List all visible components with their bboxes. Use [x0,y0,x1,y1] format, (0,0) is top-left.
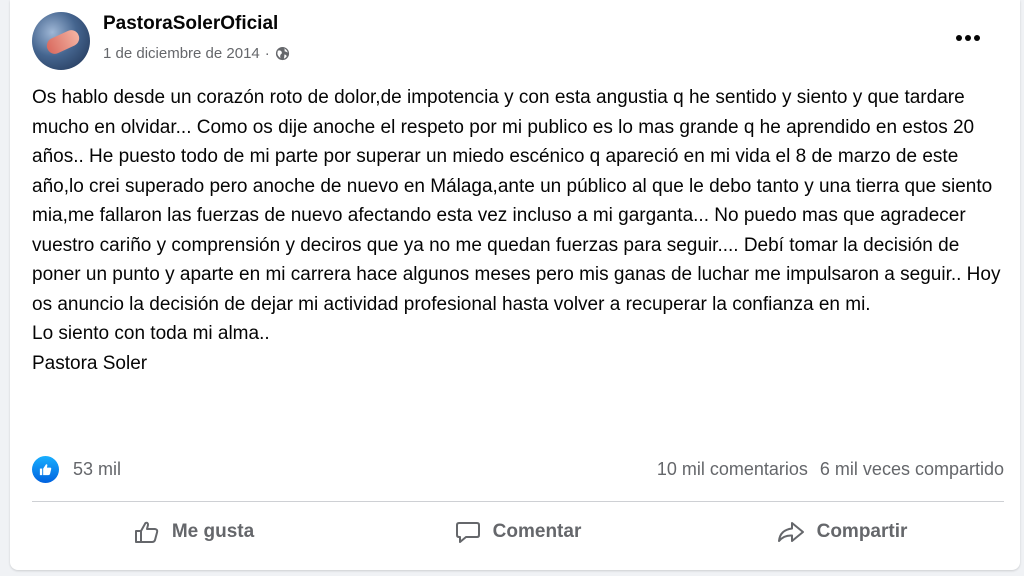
more-dots-icon [956,35,980,41]
share-label: Compartir [816,521,908,542]
likes-count[interactable]: 53 mil [73,459,121,480]
thumbs-up-icon [134,521,159,543]
comment-label: Comentar [492,521,582,542]
comment-bubble-icon [455,522,480,543]
more-options-button[interactable] [950,20,986,56]
actions-divider [32,501,1004,502]
post-stats: 53 mil 10 mil comentarios 6 mil veces co… [32,455,1004,485]
post-date[interactable]: 1 de diciembre de 2014 [103,45,260,62]
post-paragraph: Os hablo desde un corazón roto de dolor,… [32,87,1006,315]
share-button[interactable]: Compartir [680,509,1004,555]
post-actions: Me gusta Comentar Compartir [32,509,1004,555]
post-paragraph: Lo siento con toda mi alma.. [32,323,270,344]
avatar-decoration [44,27,82,57]
author-name[interactable]: PastoraSolerOficial [103,13,278,35]
comment-button[interactable]: Comentar [356,509,680,555]
like-label: Me gusta [171,521,255,542]
like-button[interactable]: Me gusta [32,509,356,555]
comments-count[interactable]: 10 mil comentarios [657,459,808,480]
author-avatar[interactable] [32,12,90,70]
share-arrow-icon [777,522,804,542]
shares-count[interactable]: 6 mil veces compartido [820,459,1004,480]
globe-icon[interactable] [275,46,290,61]
meta-separator: · [264,45,270,62]
engagement-counts: 10 mil comentarios 6 mil veces compartid… [657,459,1004,480]
post-body: Os hablo desde un corazón roto de dolor,… [32,83,1002,378]
post-meta: 1 de diciembre de 2014 · [103,45,290,62]
post-signature: Pastora Soler [32,352,148,374]
post-card: PastoraSolerOficial 1 de diciembre de 20… [10,0,1020,570]
like-reaction-icon[interactable] [32,456,59,483]
